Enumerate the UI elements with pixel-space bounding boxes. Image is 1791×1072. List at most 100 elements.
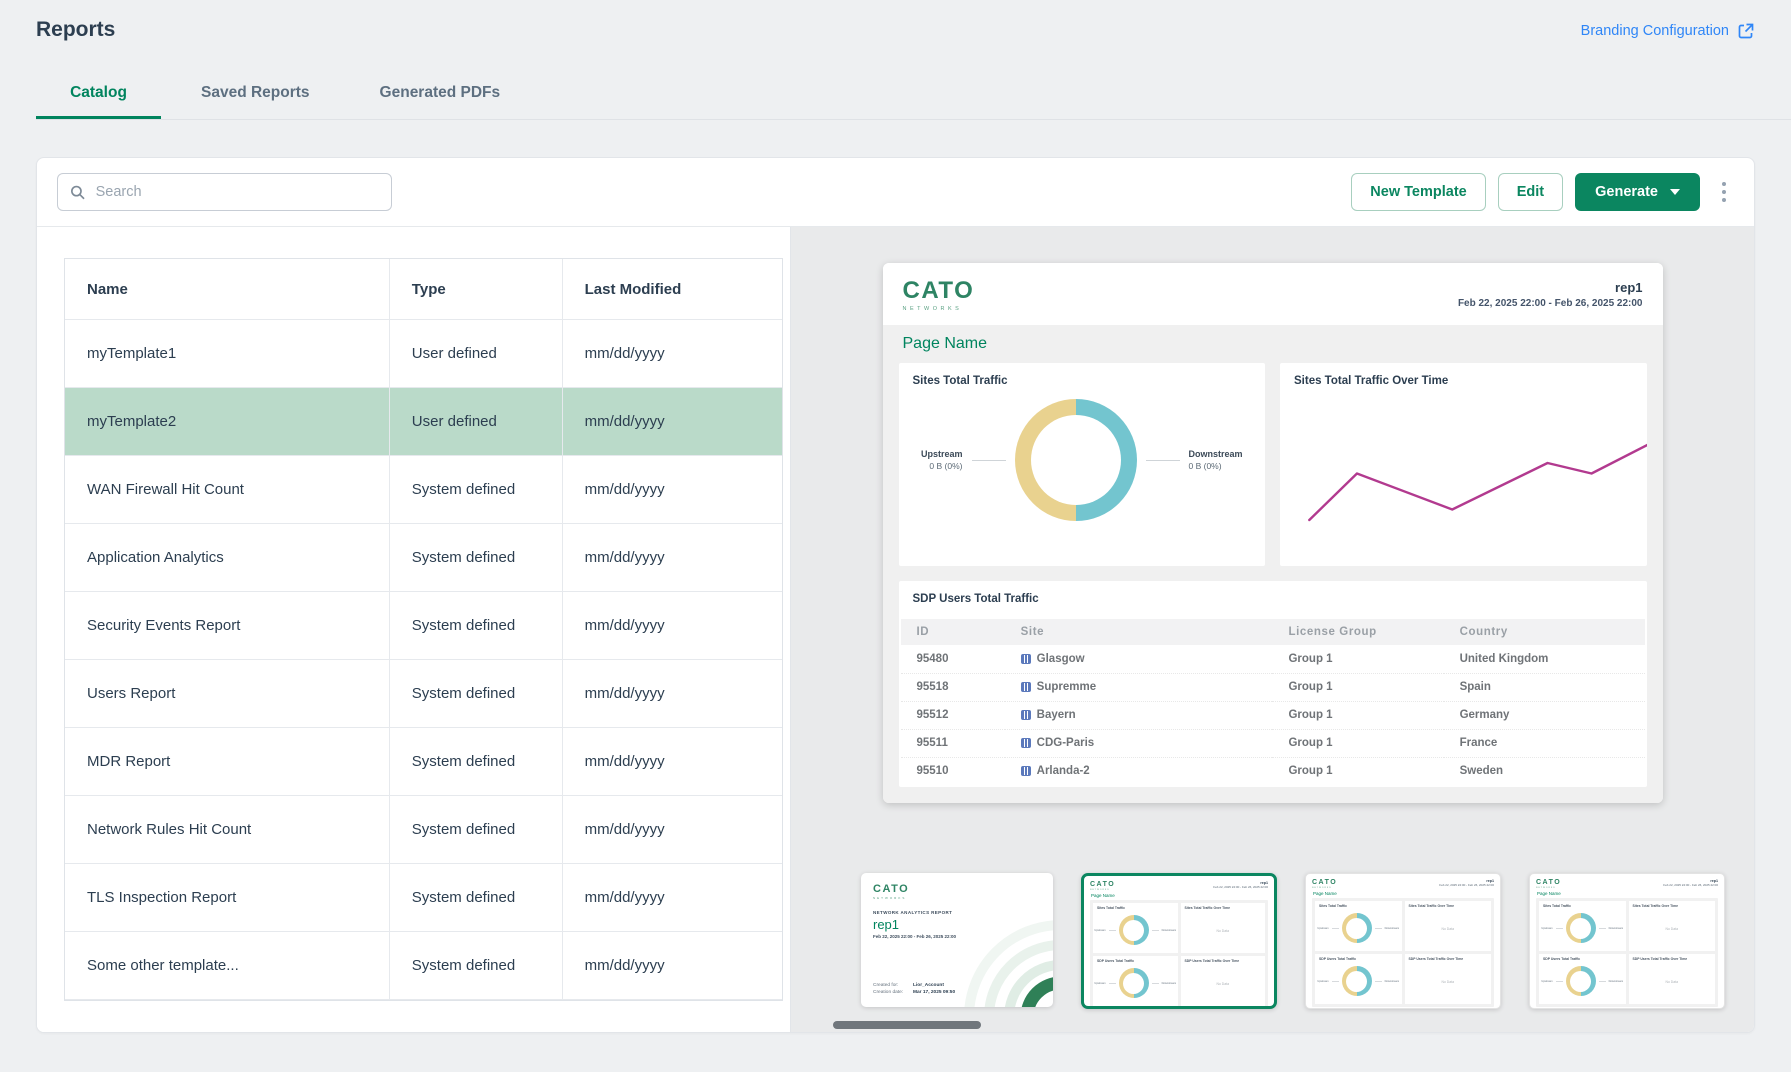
thumbnail-page[interactable]: CATO NETWORKS rep1 Feb 22, 2025 22:00 - … — [1081, 873, 1277, 1009]
search-input[interactable] — [96, 184, 379, 200]
site-icon — [1021, 738, 1031, 748]
search-box — [57, 173, 392, 211]
site-icon — [1021, 766, 1031, 776]
mini-donut-chart — [1342, 913, 1372, 943]
mini-donut-chart — [1119, 915, 1149, 945]
table-row[interactable]: Application AnalyticsSystem definedmm/dd… — [65, 524, 782, 592]
table-row[interactable]: myTemplate2User definedmm/dd/yyyy — [65, 388, 782, 456]
table-row: 95512 Bayern Group 1 Germany — [901, 701, 1645, 729]
generate-button[interactable]: Generate — [1575, 173, 1700, 211]
cato-logo: CATO NETWORKS — [1312, 879, 1337, 889]
thumb-panel: SDP Users Total Traffic Over TimeNo Data — [1181, 956, 1266, 1006]
thumb-panel: SDP Users Total Traffic Over TimeNo Data — [1405, 954, 1492, 1004]
report-preview-page: CATO NETWORKS rep1 Feb 22, 2025 22:00 - … — [883, 263, 1663, 803]
report-meta: Created for:Lior_Account Creation date:M… — [873, 981, 955, 995]
line-chart-title: Sites Total Traffic Over Time — [1280, 363, 1647, 387]
thumb-panel: Sites Total Traffic Over TimeNo Data — [1629, 901, 1716, 951]
tab-generated-pdfs[interactable]: Generated PDFs — [350, 74, 531, 119]
site-icon — [1021, 654, 1031, 664]
tab-catalog[interactable]: Catalog — [36, 74, 161, 119]
catalog-card: New Template Edit Generate NameTypeLast … — [36, 157, 1755, 1033]
template-list-panel: NameTypeLast Modified myTemplate1User de… — [37, 227, 791, 1032]
branding-configuration-link[interactable]: Branding Configuration — [1581, 22, 1755, 40]
external-link-icon — [1737, 22, 1755, 40]
generate-label: Generate — [1595, 184, 1658, 200]
donut-chart: Upstream 0 B (0%) Downstream 0 B (0%) — [899, 399, 1266, 521]
sdp-table-card: SDP Users Total Traffic IDSiteLicense Gr… — [899, 581, 1647, 787]
thumb-panel: SDP Users Total Traffic Upstream Downstr… — [1315, 954, 1402, 1004]
thumbnail-cover[interactable]: CATO NETWORKS NETWORK ANALYTICS REPORT r… — [861, 873, 1053, 1007]
table-row: 95510 Arlanda-2 Group 1 Sweden — [901, 757, 1645, 785]
donut-ring — [1015, 399, 1137, 521]
report-date-range: Feb 22, 2025 22:00 - Feb 26, 2025 22:00 — [1458, 298, 1643, 309]
sdp-column-header: ID — [901, 619, 1005, 645]
catalog-table: NameTypeLast Modified myTemplate1User de… — [64, 258, 783, 1001]
report-name: rep1 — [1458, 280, 1643, 295]
thumb-panel: Sites Total Traffic Upstream Downstream — [1539, 901, 1626, 951]
thumb-panel: SDP Users Total Traffic Upstream Downstr… — [1093, 956, 1178, 1006]
table-row: 95518 Supremme Group 1 Spain — [901, 673, 1645, 701]
label-connector — [1146, 460, 1180, 461]
donut-chart-title: Sites Total Traffic — [899, 363, 1266, 387]
thumbnail-page[interactable]: CATO NETWORKS rep1 Feb 22, 2025 22:00 - … — [1529, 873, 1725, 1009]
new-template-button[interactable]: New Template — [1351, 173, 1485, 211]
catalog-column-header: Last Modified — [563, 259, 782, 320]
cato-logo: CATO NETWORKS — [1090, 881, 1115, 891]
edit-button[interactable]: Edit — [1498, 173, 1563, 211]
catalog-header-row: NameTypeLast Modified — [65, 259, 782, 320]
thumb-panel: Sites Total Traffic Upstream Downstream — [1315, 901, 1402, 951]
thumbnail-page[interactable]: CATO NETWORKS rep1 Feb 22, 2025 22:00 - … — [1305, 873, 1501, 1009]
table-row[interactable]: Users ReportSystem definedmm/dd/yyyy — [65, 660, 782, 728]
search-icon — [70, 184, 86, 201]
catalog-column-header: Type — [390, 259, 563, 320]
donut-label-downstream: Downstream 0 B (0%) — [1189, 449, 1243, 471]
cato-logo: CATO NETWORKS — [873, 883, 1041, 900]
decorative-arcs — [951, 907, 1053, 1007]
sdp-column-header: Site — [1005, 619, 1273, 645]
more-options-button[interactable] — [1714, 176, 1734, 208]
mini-donut-chart — [1566, 966, 1596, 996]
chevron-down-icon — [1670, 189, 1680, 195]
donut-label-upstream: Upstream 0 B (0%) — [921, 449, 963, 471]
line-series — [1309, 444, 1646, 521]
page-title: Reports — [36, 18, 115, 42]
branding-configuration-label: Branding Configuration — [1581, 23, 1729, 39]
sdp-column-header: License Group — [1272, 619, 1443, 645]
table-row[interactable]: WAN Firewall Hit CountSystem definedmm/d… — [65, 456, 782, 524]
report-page-name: Page Name — [903, 335, 1647, 353]
table-row[interactable]: MDR ReportSystem definedmm/dd/yyyy — [65, 728, 782, 796]
catalog-column-header: Name — [65, 259, 390, 320]
table-row[interactable]: Network Rules Hit CountSystem definedmm/… — [65, 796, 782, 864]
table-row: 95480 Glasgow Group 1 United Kingdom — [901, 645, 1645, 673]
sdp-table: IDSiteLicense GroupCountry 95480 Glasgow… — [901, 619, 1645, 785]
horizontal-scrollbar[interactable] — [833, 1021, 981, 1029]
site-icon — [1021, 710, 1031, 720]
table-row[interactable]: Security Events ReportSystem definedmm/d… — [65, 592, 782, 660]
cato-logo: CATO NETWORKS — [1536, 879, 1561, 889]
toolbar: New Template Edit Generate — [37, 158, 1754, 227]
thumb-panel: Sites Total Traffic Over TimeNo Data — [1405, 901, 1492, 951]
table-row[interactable]: myTemplate1User definedmm/dd/yyyy — [65, 320, 782, 388]
tabs: CatalogSaved ReportsGenerated PDFs — [36, 74, 1791, 120]
sdp-header-row: IDSiteLicense GroupCountry — [901, 619, 1645, 645]
mini-donut-chart — [1342, 966, 1372, 996]
toolbar-actions: New Template Edit Generate — [1351, 173, 1734, 211]
sdp-table-title: SDP Users Total Traffic — [899, 581, 1647, 619]
table-row[interactable]: Some other template...System definedmm/d… — [65, 932, 782, 1000]
line-chart — [1280, 394, 1647, 544]
content-split: NameTypeLast Modified myTemplate1User de… — [37, 227, 1754, 1032]
tab-saved-reports[interactable]: Saved Reports — [171, 74, 340, 119]
label-connector — [972, 460, 1006, 461]
thumbnail-strip: CATO NETWORKS NETWORK ANALYTICS REPORT r… — [861, 873, 1754, 1009]
preview-panel: CATO NETWORKS rep1 Feb 22, 2025 22:00 - … — [791, 227, 1754, 1032]
top-header: Reports Branding Configuration — [0, 0, 1791, 42]
line-chart-card: Sites Total Traffic Over Time — [1280, 363, 1647, 566]
table-row[interactable]: TLS Inspection ReportSystem definedmm/dd… — [65, 864, 782, 932]
cato-logo: CATO NETWORKS — [903, 277, 975, 312]
report-body: Page Name Sites Total Traffic Upstream 0… — [883, 325, 1663, 803]
report-header: CATO NETWORKS rep1 Feb 22, 2025 22:00 - … — [883, 263, 1663, 325]
thumb-panel: Sites Total Traffic Upstream Downstream — [1093, 903, 1178, 953]
site-icon — [1021, 682, 1031, 692]
thumb-panel: Sites Total Traffic Over TimeNo Data — [1181, 903, 1266, 953]
thumb-panel: SDP Users Total Traffic Over TimeNo Data — [1629, 954, 1716, 1004]
